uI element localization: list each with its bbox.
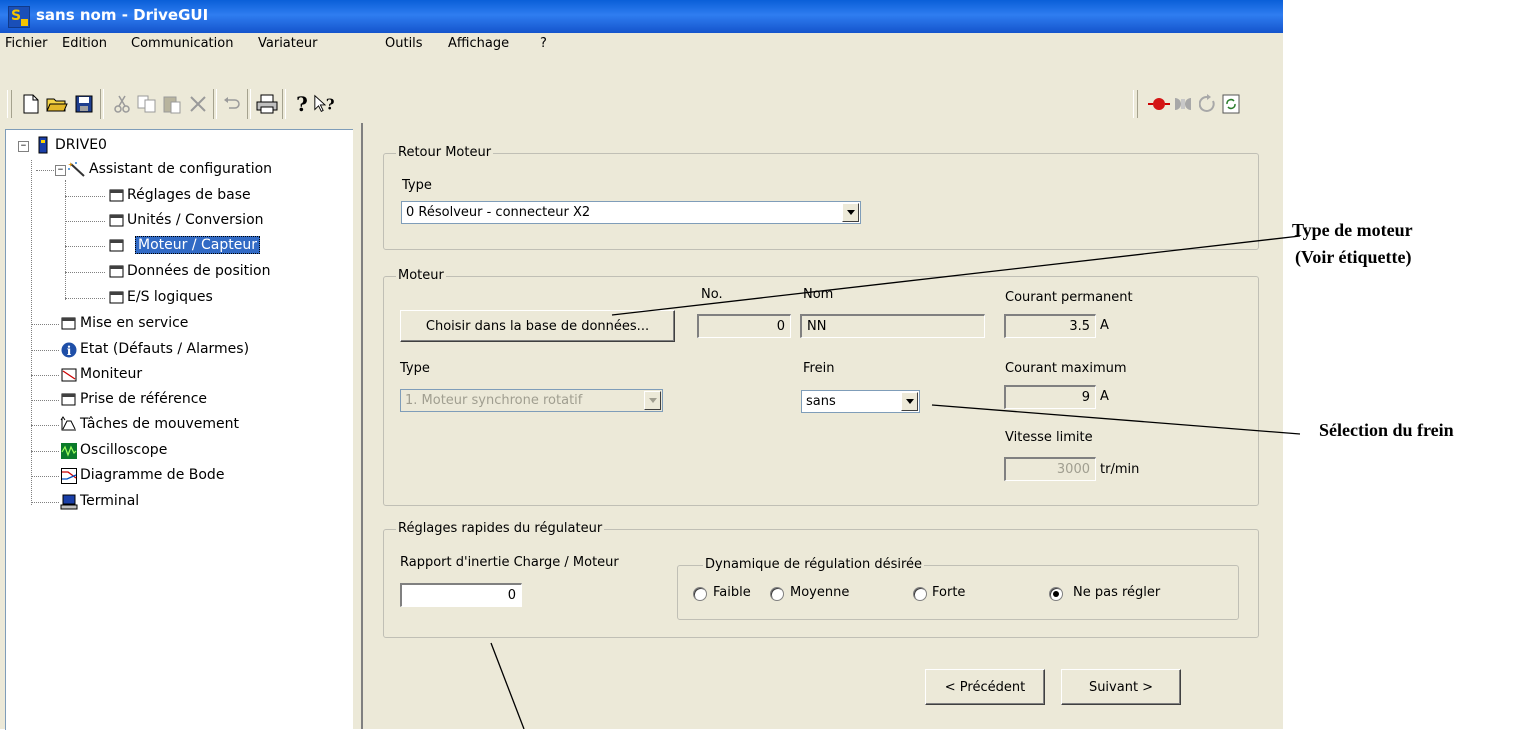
annotation-lines (490, 235, 1301, 729)
annotation-brake-selection: Sélection du frein (1319, 420, 1454, 440)
annotation-motor-type-note: (Voir étiquette) (1295, 247, 1412, 267)
annotation-line-brake (931, 404, 1301, 435)
annotation-line-inertia (490, 642, 525, 729)
annotation-line-motor-type (611, 235, 1301, 316)
annotation-motor-type: Type de moteur (1292, 220, 1413, 240)
